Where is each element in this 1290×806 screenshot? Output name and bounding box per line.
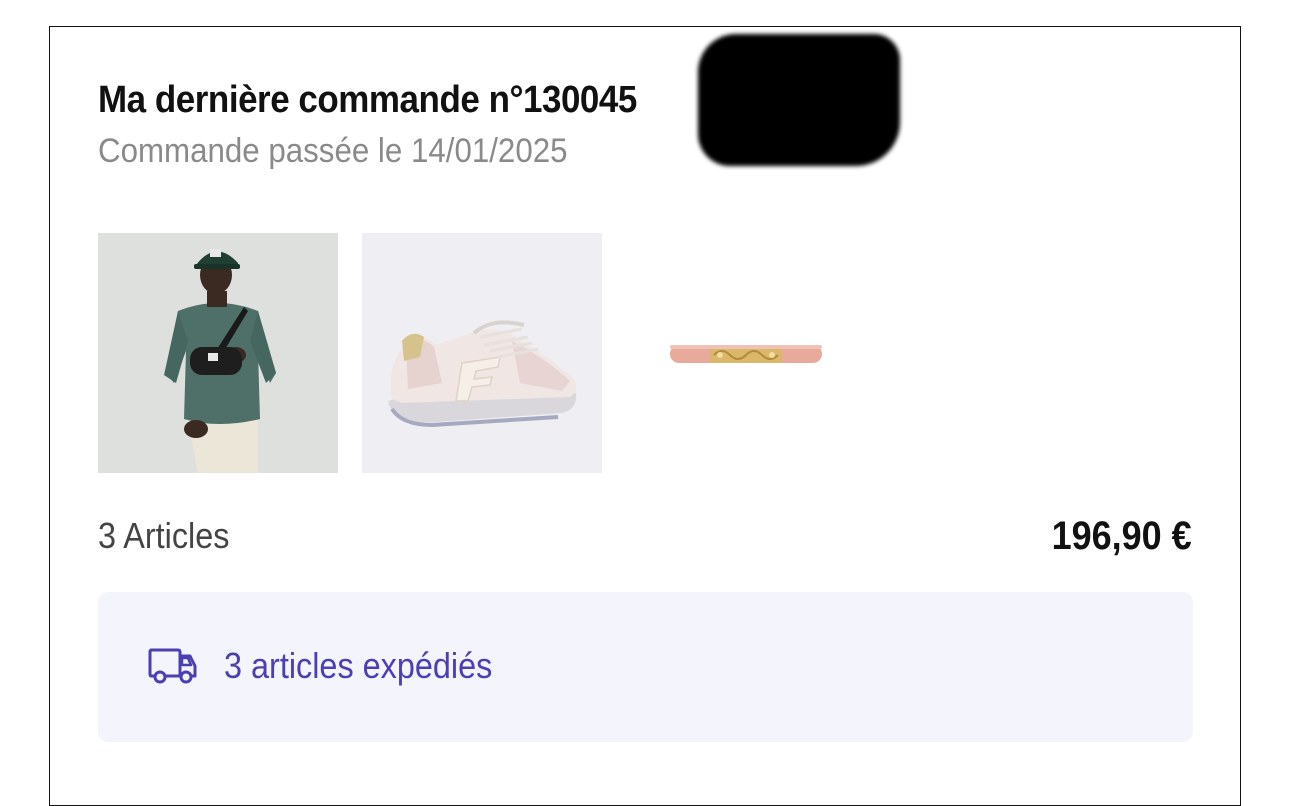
product-thumbnail-belt[interactable]: [626, 233, 866, 473]
product-photo-sneaker: [362, 233, 602, 473]
product-photo-belt: [626, 233, 866, 473]
order-date: Commande passée le 14/01/2025: [98, 132, 568, 170]
product-thumbnail-sneaker[interactable]: [362, 233, 602, 473]
truck-icon: [148, 648, 197, 684]
order-total: 196,90 €: [1051, 514, 1192, 558]
product-photo-sweatshirt: [98, 233, 338, 473]
redaction-mark: [698, 34, 900, 166]
shipping-status-text[interactable]: 3 articles expédiés: [224, 644, 492, 688]
articles-count: 3 Articles: [98, 515, 230, 556]
product-thumbnail-sweatshirt[interactable]: [98, 233, 338, 473]
order-title: Ma dernière commande n°130045: [98, 79, 637, 121]
